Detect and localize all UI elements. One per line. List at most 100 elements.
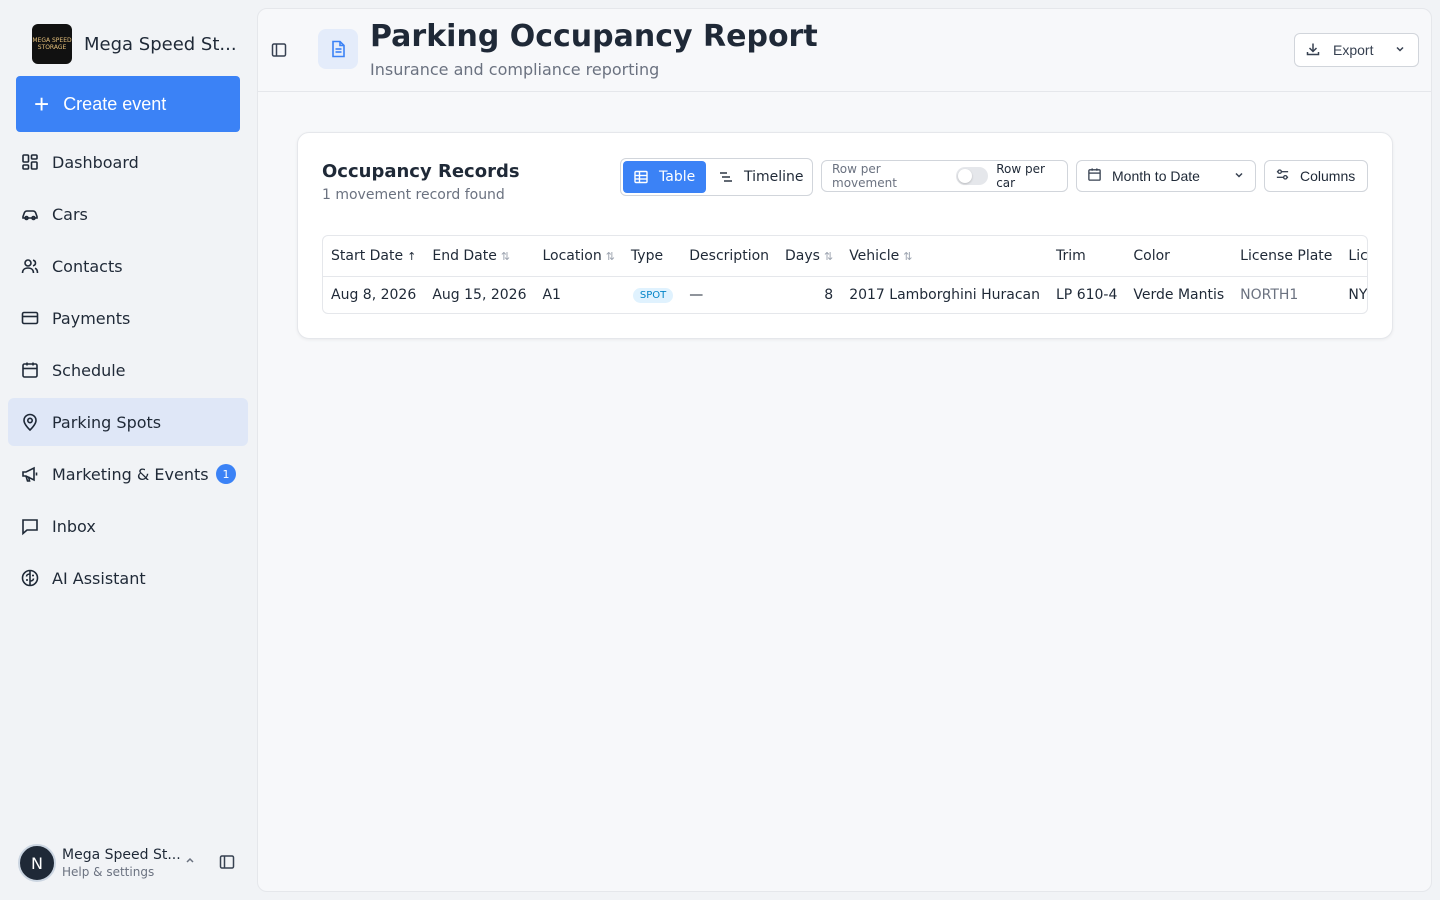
map-pin-icon — [20, 412, 40, 432]
view-toggle: Table Timeline — [620, 158, 813, 196]
cell-location: A1 — [542, 286, 561, 303]
sidebar-collapse-icon[interactable] — [218, 853, 236, 875]
sidebar-item-label: Parking Spots — [52, 412, 162, 432]
chevron-down-icon — [1233, 168, 1245, 184]
user-info: Mega Speed St... Help & settings — [62, 847, 181, 879]
document-icon — [318, 29, 358, 69]
cell-description: — — [689, 286, 704, 303]
view-table-label: Table — [659, 169, 696, 185]
cell-vehicle: 2017 Lamborghini Huracan — [849, 286, 1040, 303]
occupancy-records-card: Occupancy Records 1 movement record foun… — [297, 132, 1393, 339]
create-event-label: Create event — [63, 93, 167, 114]
page-title: Parking Occupancy Report — [370, 19, 818, 54]
column-header: Trim — [1048, 236, 1126, 277]
row-mode-switch[interactable] — [956, 167, 989, 185]
sidebar-item-label: Inbox — [52, 516, 96, 536]
column-header: License Plate — [1232, 236, 1341, 277]
page-header: Parking Occupancy Report Insurance and c… — [258, 9, 1431, 92]
date-range-select[interactable]: Month to Date — [1076, 160, 1256, 192]
cell-license-plate: NORTH1 — [1240, 286, 1299, 303]
sidebar-item-label: Marketing & Events — [52, 464, 209, 484]
column-header: Type — [622, 236, 682, 277]
chevron-up-icon[interactable] — [184, 854, 196, 869]
cell-license-state: NY — [1348, 286, 1368, 303]
sort-icon: ⇅ — [903, 249, 913, 263]
user-subtitle: Help & settings — [62, 865, 155, 879]
table-icon — [634, 170, 648, 184]
view-timeline-label: Timeline — [744, 169, 804, 185]
table-header-row: Start Date ↑ End Date ⇅ Location ⇅ Type Des… — [323, 236, 1367, 277]
sort-icon: ⇅ — [500, 249, 511, 263]
column-header[interactable]: Start Date ↑ — [323, 236, 425, 277]
occupancy-table: Start Date ↑ End Date ⇅ Location ⇅ Type Des… — [322, 235, 1368, 314]
calendar-icon — [20, 360, 40, 380]
row-per-car-label: Row per car — [996, 162, 1045, 190]
column-header[interactable]: Location ⇅ — [534, 236, 623, 277]
page-subtitle: Insurance and compliance reporting — [370, 60, 660, 79]
export-button[interactable]: Export — [1294, 33, 1419, 67]
users-icon — [20, 256, 40, 276]
user-menu[interactable]: N Mega Speed St... Help & settings — [18, 842, 248, 884]
brand-logo: MEGA SPEED STORAGE — [32, 24, 72, 64]
credit-card-icon — [20, 308, 40, 328]
sidebar-item-contacts[interactable]: Contacts — [8, 242, 248, 290]
columns-button[interactable]: Columns — [1264, 160, 1368, 192]
sidebar-item-ai-assistant[interactable]: AI Assistant — [8, 554, 248, 602]
sidebar-item-label: Dashboard — [52, 152, 139, 172]
notification-badge: 1 — [216, 464, 236, 484]
panel-toggle-icon[interactable] — [270, 41, 290, 61]
cell-color: Verde Mantis — [1133, 286, 1225, 303]
sidebar-item-label: Contacts — [52, 256, 123, 276]
brand[interactable]: MEGA SPEED STORAGE Mega Speed St... — [32, 24, 237, 64]
sidebar-item-label: Payments — [52, 308, 131, 328]
type-badge: SPOT — [632, 288, 674, 304]
column-header[interactable]: Days ⇅ — [777, 236, 842, 277]
download-icon — [1305, 41, 1321, 60]
column-header[interactable]: End Date ⇅ — [424, 236, 535, 277]
columns-label: Columns — [1300, 168, 1356, 184]
cell-type: SPOT — [623, 276, 681, 313]
column-header: Color — [1125, 236, 1233, 277]
row-per-movement-label: Row per movement — [832, 162, 897, 190]
column-header: Description — [681, 236, 778, 277]
create-event-button[interactable]: + Create event — [16, 76, 240, 132]
avatar: N — [18, 844, 56, 882]
sidebar-nav: Dashboard Cars Contacts Payments Schedul… — [8, 138, 248, 606]
table-row[interactable]: Aug 8, 2026 Aug 15, 2026 A1 SPOT — 8 201… — [323, 276, 1368, 313]
sidebar-item-schedule[interactable]: Schedule — [8, 346, 248, 394]
row-mode-toggle: Row per movement Row per car — [821, 160, 1068, 192]
plus-icon: + — [34, 89, 50, 119]
view-timeline-button[interactable]: Timeline — [706, 161, 804, 193]
cell-days: 8 — [824, 286, 834, 303]
user-name: Mega Speed St... — [62, 847, 181, 863]
megaphone-icon — [20, 464, 40, 484]
cell-start-date: Aug 8, 2026 — [331, 286, 417, 303]
column-header: License Pl — [1340, 236, 1367, 277]
message-icon — [20, 516, 40, 536]
sliders-icon — [1275, 167, 1290, 185]
sidebar-item-label: Cars — [52, 204, 88, 224]
column-header[interactable]: Vehicle ⇅ — [841, 236, 1048, 277]
record-count: 1 movement record found — [322, 187, 505, 203]
sidebar-item-label: AI Assistant — [52, 568, 146, 588]
date-range-label: Month to Date — [1112, 168, 1200, 184]
view-table-button[interactable]: Table — [623, 161, 706, 193]
brand-name: Mega Speed St... — [84, 33, 237, 55]
sidebar-item-parking-spots[interactable]: Parking Spots — [8, 398, 248, 446]
sort-icon: ⇅ — [605, 249, 615, 263]
sidebar: MEGA SPEED STORAGE Mega Speed St... + Cr… — [0, 0, 256, 900]
car-icon — [20, 204, 40, 224]
sort-icon: ⇅ — [823, 249, 834, 263]
sidebar-item-marketing-events[interactable]: Marketing & Events 1 — [8, 450, 248, 498]
main-content: Parking Occupancy Report Insurance and c… — [257, 8, 1432, 892]
timeline-icon — [720, 172, 732, 182]
cell-trim: LP 610-4 — [1056, 286, 1118, 303]
sort-asc-icon: ↑ — [407, 249, 417, 263]
sidebar-item-cars[interactable]: Cars — [8, 190, 248, 238]
sidebar-item-dashboard[interactable]: Dashboard — [8, 138, 248, 186]
dashboard-icon — [20, 152, 40, 172]
sidebar-item-label: Schedule — [52, 360, 126, 380]
sidebar-item-inbox[interactable]: Inbox — [8, 502, 248, 550]
sidebar-item-payments[interactable]: Payments — [8, 294, 248, 342]
brain-icon — [20, 568, 40, 588]
